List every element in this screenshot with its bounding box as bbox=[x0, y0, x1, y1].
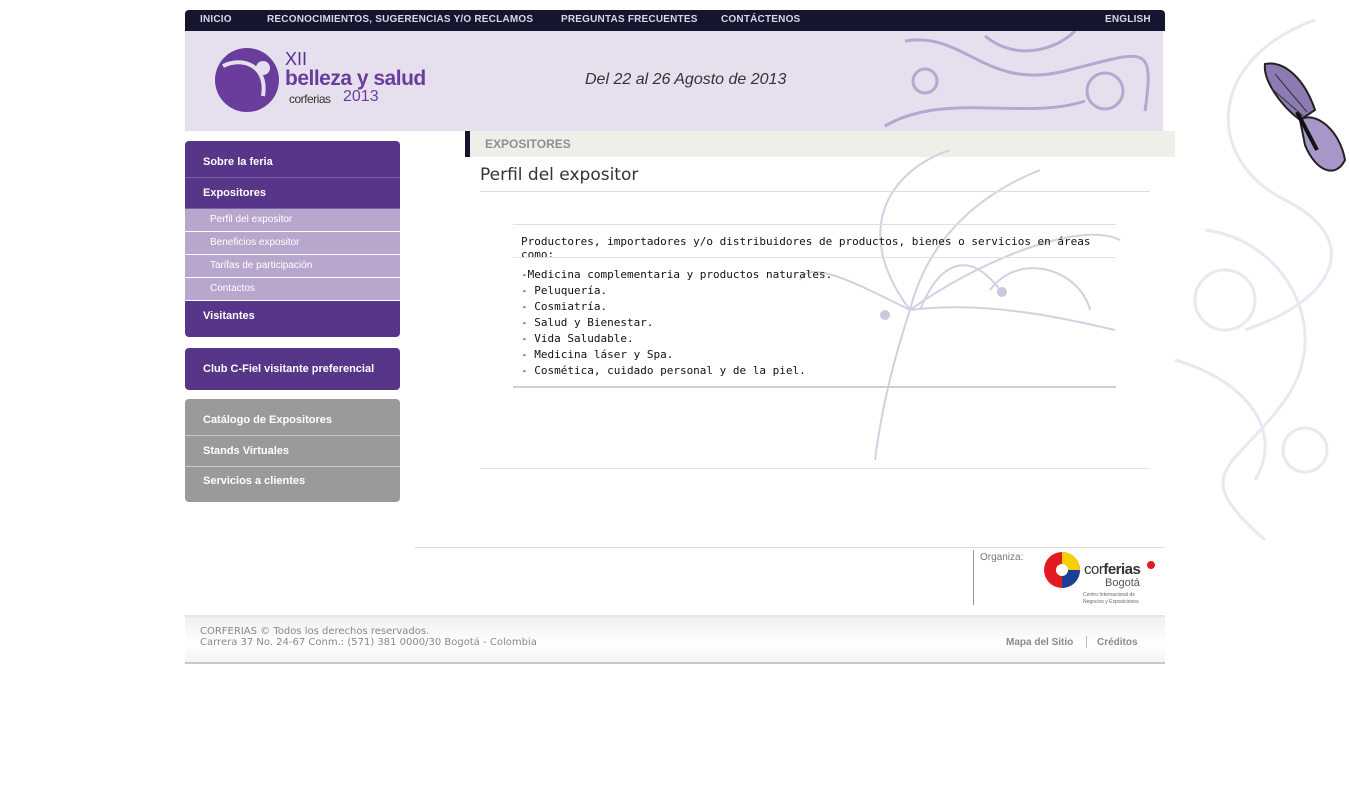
logo-organizer: corferias bbox=[289, 92, 331, 106]
sidebar-menu-services: Catálogo de Expositores Stands Virtuales… bbox=[185, 399, 400, 502]
organizer-label: Organiza: bbox=[980, 552, 1024, 563]
title-divider bbox=[480, 191, 1150, 192]
list-item: - Medicina láser y Spa. bbox=[521, 348, 674, 361]
list-item: - Cosmética, cuidado personal y de la pi… bbox=[521, 364, 806, 377]
areas-list: -Medicina complementaria y productos nat… bbox=[521, 267, 832, 379]
nav-contactenos[interactable]: CONTÁCTENOS bbox=[721, 14, 800, 25]
sidebar-item-visitantes[interactable]: Visitantes bbox=[185, 301, 400, 337]
sidebar-club-box: Club C-Fiel visitante preferencial bbox=[185, 348, 400, 390]
event-dates: Del 22 al 26 Agosto de 2013 bbox=[585, 71, 787, 88]
corferias-tagline-1: Centro Internacional de bbox=[1083, 592, 1135, 598]
corferias-city: Bogotá bbox=[1105, 577, 1140, 589]
nav-preguntas-frecuentes[interactable]: PREGUNTAS FRECUENTES bbox=[561, 14, 698, 25]
nav-inicio[interactable]: INICIO bbox=[200, 14, 232, 25]
footer-copyright: CORFERIAS © Todos los derechos reservado… bbox=[200, 626, 430, 637]
footer-link-separator bbox=[1086, 636, 1087, 648]
corferias-badge-icon bbox=[1147, 561, 1155, 569]
sidebar-item-servicios[interactable]: Servicios a clientes bbox=[185, 467, 400, 502]
footer-link-credits[interactable]: Créditos bbox=[1097, 637, 1138, 648]
organizer-divider bbox=[415, 547, 1165, 548]
sidebar-item-sobre-la-feria[interactable]: Sobre la feria bbox=[185, 141, 400, 178]
content-end-divider bbox=[480, 468, 1150, 469]
corferias-logo[interactable]: corferias Bogotá Centro Internacional de… bbox=[1043, 549, 1155, 607]
sidebar-menu-main: Sobre la feria Expositores Perfil del ex… bbox=[185, 141, 400, 337]
sidebar-item-catalogo[interactable]: Catálogo de Expositores bbox=[185, 399, 400, 436]
footer-address: Carrera 37 No. 24-67 Conm.: (571) 381 00… bbox=[200, 637, 537, 648]
corferias-brand-prefix: cor bbox=[1084, 561, 1104, 578]
list-item: - Peluquería. bbox=[521, 284, 608, 297]
sidebar-subitem-contactos[interactable]: Contactos bbox=[185, 278, 400, 301]
nav-reconocimientos[interactable]: RECONOCIMIENTOS, SUGERENCIAS Y/O RECLAMO… bbox=[267, 14, 533, 25]
list-item: - Vida Saludable. bbox=[521, 332, 634, 345]
list-item: -Medicina complementaria y productos nat… bbox=[521, 268, 833, 281]
footer: CORFERIAS © Todos los derechos reservado… bbox=[185, 615, 1165, 664]
sidebar-subitem-beneficios[interactable]: Beneficios expositor bbox=[185, 232, 400, 255]
corferias-emblem-icon bbox=[1044, 552, 1080, 588]
sidebar-item-stands-virtuales[interactable]: Stands Virtuales bbox=[185, 436, 400, 467]
corferias-brand-suffix: ferias bbox=[1103, 561, 1141, 578]
organizer-vertical-divider bbox=[973, 550, 974, 605]
footer-link-sitemap[interactable]: Mapa del Sitio bbox=[1006, 637, 1073, 648]
exhibitor-profile-box: Productores, importadores y/o distribuid… bbox=[513, 224, 1116, 388]
butterfly-icon bbox=[1263, 62, 1347, 172]
nav-english[interactable]: ENGLISH bbox=[1105, 14, 1151, 25]
top-navigation: INICIO RECONOCIMIENTOS, SUGERENCIAS Y/O … bbox=[185, 10, 1165, 31]
section-title: EXPOSITORES bbox=[485, 137, 571, 151]
sidebar-subitem-tarifas[interactable]: Tarifas de participación bbox=[185, 255, 400, 278]
list-item: - Cosmiatría. bbox=[521, 300, 608, 313]
corferias-tagline-2: Negocios y Exposiciones bbox=[1083, 599, 1139, 605]
sidebar-item-club-cfiel[interactable]: Club C-Fiel visitante preferencial bbox=[185, 348, 400, 390]
sidebar-item-expositores[interactable]: Expositores bbox=[185, 178, 400, 209]
header-banner: XII belleza y salud corferias 2013 Del 2… bbox=[185, 31, 1163, 131]
sidebar-subitem-perfil[interactable]: Perfil del expositor bbox=[185, 209, 400, 232]
list-item: - Salud y Bienestar. bbox=[521, 316, 654, 329]
logo-emblem-icon bbox=[215, 48, 279, 112]
intro-divider bbox=[513, 257, 1116, 258]
header-swirl-decoration bbox=[884, 31, 1150, 128]
page-title: Perfil del expositor bbox=[480, 165, 639, 185]
logo-year: 2013 bbox=[343, 88, 379, 105]
